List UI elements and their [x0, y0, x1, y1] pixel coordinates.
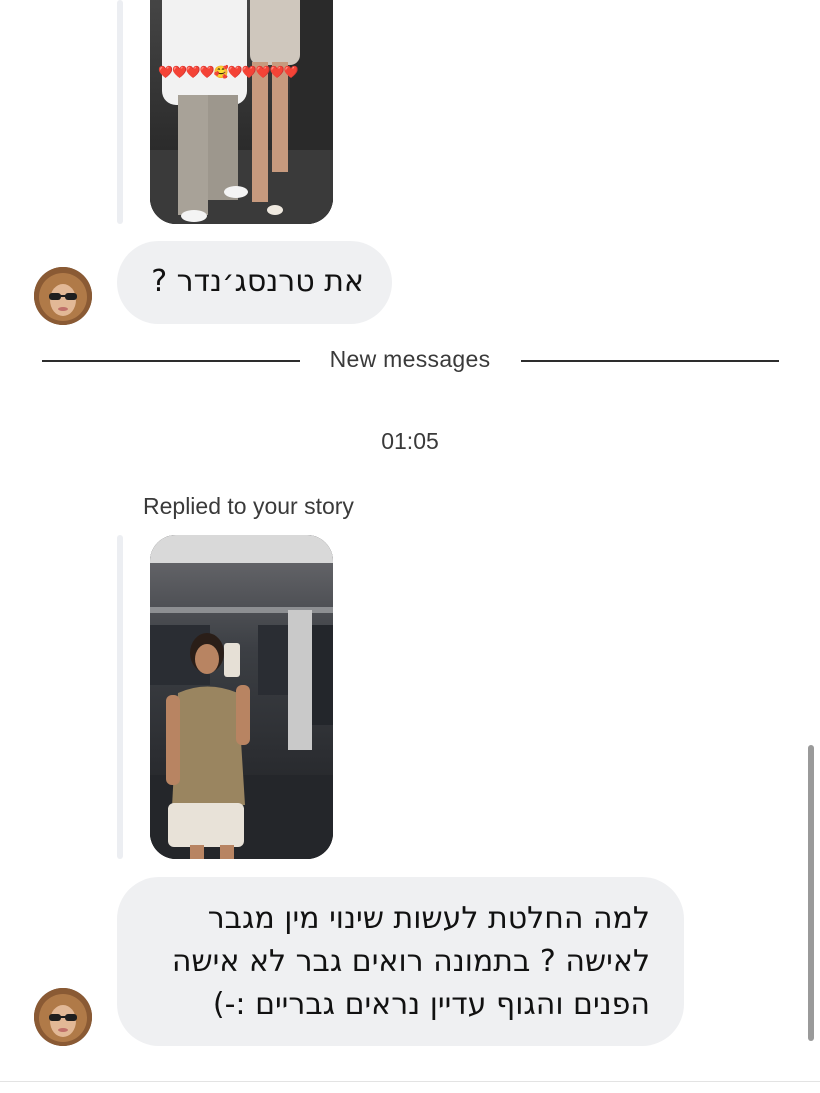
- composer-top-border: [0, 1081, 820, 1082]
- story-photo-couple: [150, 0, 333, 224]
- scrollbar-thumb[interactable]: [808, 745, 814, 1041]
- avatar-woman-sunglasses-icon: [34, 988, 92, 1046]
- story-thumbnail-mirror-selfie[interactable]: [150, 535, 333, 859]
- message-bubble[interactable]: את טרנסג׳נדר ?: [117, 241, 392, 324]
- story-reply-thread-line: [117, 0, 123, 224]
- message-bubble[interactable]: למה החלטת לעשות שינוי מין מגבר לאישה ? ב…: [117, 877, 684, 1046]
- message-text-line: למה החלטת לעשות שינוי מין מגבר: [207, 901, 650, 936]
- sender-avatar[interactable]: [34, 988, 92, 1046]
- message-text-line: לאישה ? בתמונה רואים גבר לא אישה: [171, 944, 650, 979]
- message-text-line: הפנים והגוף עדיין נראים גבריים :-): [212, 987, 650, 1022]
- message-timestamp: 01:05: [381, 428, 439, 454]
- story-emoji-overlay: ❤️❤️❤️❤️🥰❤️❤️❤️❤️❤️: [158, 65, 298, 79]
- divider-line-left: [42, 360, 300, 362]
- divider-line-right: [521, 360, 779, 362]
- avatar-woman-sunglasses-icon: [34, 267, 92, 325]
- replied-to-story-label: Replied to your story: [143, 493, 354, 519]
- story-photo-mirror-selfie: [150, 535, 333, 859]
- story-reply-thread-line: [117, 535, 123, 859]
- message-text: את טרנסג׳נדר ?: [151, 264, 364, 299]
- new-messages-divider: New messages: [329, 346, 491, 372]
- sender-avatar[interactable]: [34, 267, 92, 325]
- story-thumbnail-couple[interactable]: ❤️❤️❤️❤️🥰❤️❤️❤️❤️❤️: [150, 0, 333, 224]
